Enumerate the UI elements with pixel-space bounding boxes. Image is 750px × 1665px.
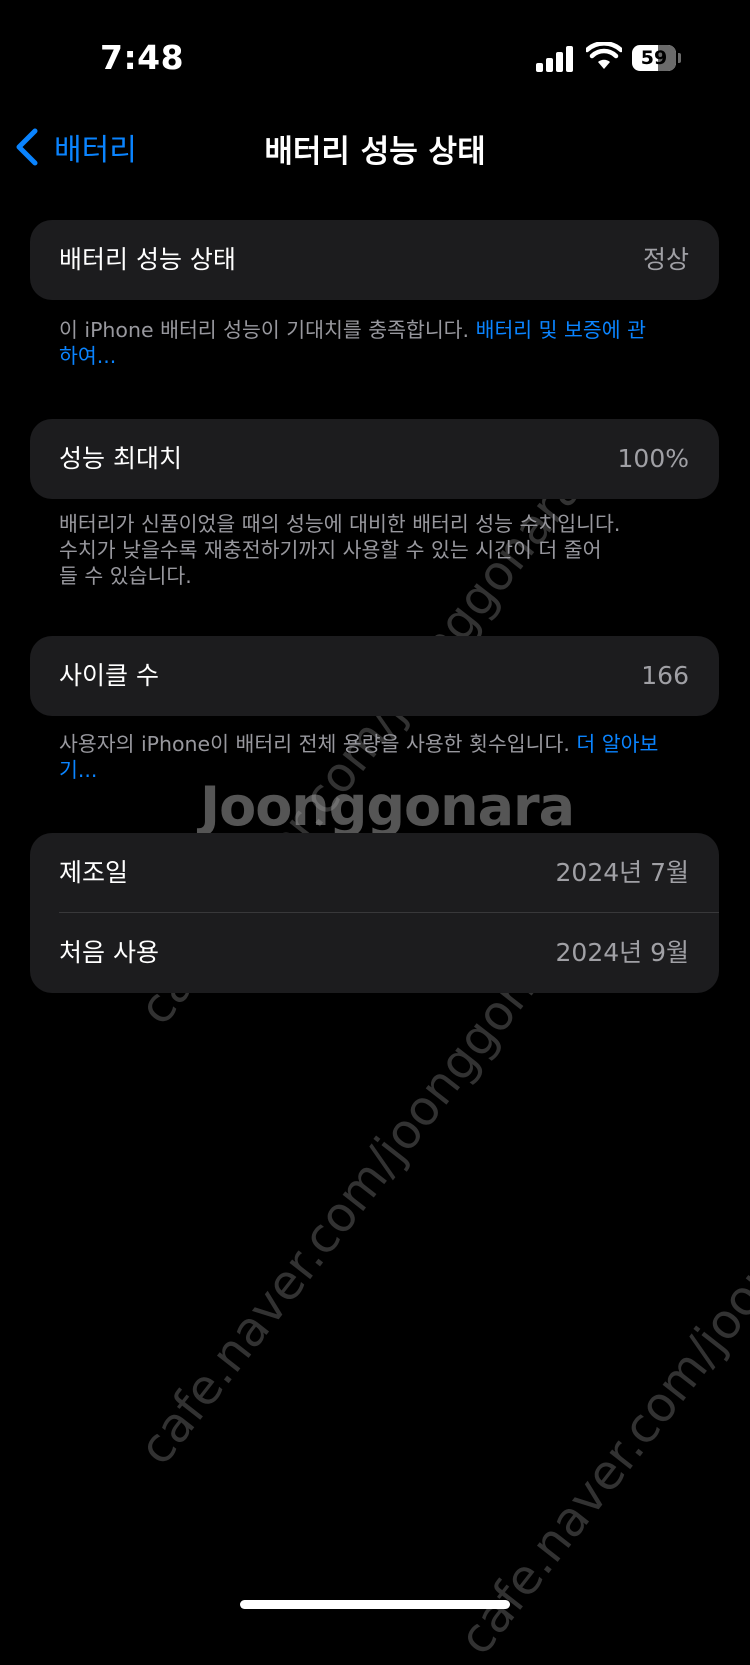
first-use-row: 처음 사용 2024년 9월 xyxy=(30,913,719,993)
first-use-value: 2024년 9월 xyxy=(555,938,689,967)
battery-health-value: 정상 xyxy=(642,245,689,274)
maximum-capacity-note-line: 들 수 있습니다. xyxy=(59,564,192,588)
maximum-capacity-note-line: 배터리가 신품이었을 때의 성능에 대비한 배터리 성능 수치입니다. xyxy=(59,512,621,536)
first-use-label: 처음 사용 xyxy=(59,938,159,967)
manufacture-date-row: 제조일 2024년 7월 xyxy=(30,833,719,913)
maximum-capacity-note: 배터리가 신품이었을 때의 성능에 대비한 배터리 성능 수치입니다. 수치가 … xyxy=(59,511,699,589)
watermark-logo: Joonggonara xyxy=(200,775,575,838)
cycle-count-note: 사용자의 iPhone이 배터리 전체 용량을 사용한 횟수입니다. 더 알아보… xyxy=(59,731,659,783)
battery-health-label: 배터리 성능 상태 xyxy=(59,245,236,274)
manufacture-date-label: 제조일 xyxy=(59,858,129,887)
manufacture-date-value: 2024년 7월 xyxy=(555,858,689,887)
battery-health-note: 이 iPhone 배터리 성능이 기대치를 충족합니다. 배터리 및 보증에 관… xyxy=(59,317,659,369)
maximum-capacity-note-line: 수치가 낮을수록 재충전하기까지 사용할 수 있는 시간이 더 줄어 xyxy=(59,538,602,562)
wifi-icon xyxy=(586,42,622,69)
maximum-capacity-row: 성능 최대치 100% xyxy=(30,419,719,499)
cellular-signal-icon xyxy=(536,46,573,72)
cycle-count-card: 사이클 수 166 xyxy=(30,636,719,716)
maximum-capacity-label: 성능 최대치 xyxy=(59,444,182,473)
battery-health-note-text: 이 iPhone 배터리 성능이 기대치를 충족합니다. xyxy=(59,318,476,342)
battery-level: 59 xyxy=(640,47,668,69)
dates-card: 제조일 2024년 7월 처음 사용 2024년 9월 xyxy=(30,833,719,993)
home-indicator[interactable] xyxy=(240,1600,510,1609)
cycle-count-row: 사이클 수 166 xyxy=(30,636,719,716)
cycle-count-value: 166 xyxy=(641,661,689,690)
cycle-count-label: 사이클 수 xyxy=(59,661,159,690)
battery-icon: 59 xyxy=(632,45,682,73)
battery-health-card: 배터리 성능 상태 정상 xyxy=(30,220,719,300)
page-title: 배터리 성능 상태 xyxy=(264,134,486,170)
watermark-url: cafe.naver.com/joonggonara xyxy=(447,1089,750,1665)
maximum-capacity-card: 성능 최대치 100% xyxy=(30,419,719,499)
maximum-capacity-value: 100% xyxy=(617,444,689,473)
cycle-count-note-text: 사용자의 iPhone이 배터리 전체 용량을 사용한 횟수입니다. xyxy=(59,732,577,756)
status-time: 7:48 xyxy=(100,38,185,77)
battery-health-row: 배터리 성능 상태 정상 xyxy=(30,220,719,300)
